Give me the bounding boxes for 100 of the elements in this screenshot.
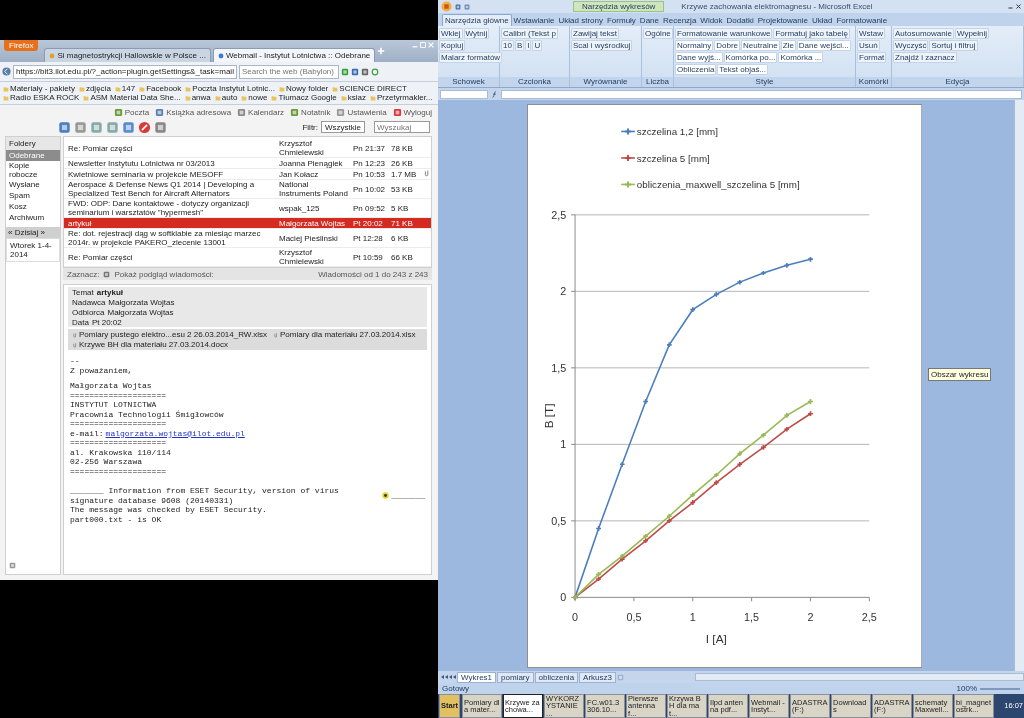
bookmark-link[interactable]: zdjęcia bbox=[85, 84, 111, 93]
ribbon-tab[interactable]: Układ bbox=[809, 14, 835, 26]
ribbon-button[interactable]: Sortuj i filtruj bbox=[929, 40, 978, 51]
ribbon-button[interactable]: Kopiuj bbox=[439, 40, 466, 51]
name-box[interactable] bbox=[440, 89, 488, 99]
close-icon[interactable] bbox=[1016, 4, 1021, 9]
message-row[interactable]: Re: dot. rejestracji dąg w softklabie za miesiąc marzec 2014r. w projekcie PAKERO_zlecenie 13001 Maciej Pieślinski Pt 12:28 6 KB bbox=[64, 229, 431, 248]
ribbon-button[interactable]: Normalny bbox=[675, 40, 714, 51]
ribbon-button[interactable]: Wklej bbox=[439, 28, 463, 39]
ribbon-button[interactable]: Złe bbox=[780, 40, 796, 51]
scrollbar[interactable] bbox=[1014, 100, 1024, 671]
bookmark-link[interactable]: Materiały - pakiety bbox=[10, 84, 75, 93]
ribbon-button[interactable]: Obliczenia bbox=[675, 64, 717, 75]
ribbon-button[interactable]: Usuń bbox=[857, 40, 880, 51]
formula-field[interactable] bbox=[501, 89, 1022, 99]
sheet-tab[interactable]: pomiary bbox=[497, 671, 534, 683]
ribbon-button[interactable]: Calibri (Tekst p bbox=[501, 28, 558, 39]
folder-item[interactable]: Wysłane bbox=[6, 179, 60, 190]
ribbon-tab[interactable]: Formatowanie bbox=[834, 14, 890, 26]
filter-dropdown[interactable]: Wszystkie bbox=[321, 121, 365, 133]
nav-link[interactable]: Wyloguj bbox=[403, 108, 432, 117]
bookmark-link[interactable]: 147 bbox=[121, 84, 136, 93]
ribbon-button[interactable]: Znajdź i zaznacz bbox=[893, 52, 957, 63]
ribbon-tab[interactable]: Recenzja bbox=[661, 14, 699, 26]
ribbon-button[interactable]: U bbox=[532, 40, 543, 51]
sheet-nav-icon[interactable] bbox=[440, 674, 456, 680]
ribbon-button[interactable]: Zawijaj tekst bbox=[571, 28, 619, 39]
attachment-link[interactable]: Krzywe BH dla materiału 27.03.2014.docx bbox=[79, 340, 228, 349]
message-row[interactable]: Newsletter Instytutu Lotnictwa nr 03/2013 Joanna Pienągiek Pn 12:23 26 KB bbox=[64, 158, 431, 169]
bookmark-link[interactable]: Tłumacz Google bbox=[278, 93, 337, 102]
office-button-icon[interactable] bbox=[441, 1, 452, 12]
delete-icon[interactable] bbox=[138, 120, 151, 134]
function-icon[interactable] bbox=[491, 90, 498, 98]
folder-item[interactable]: Archiwum bbox=[6, 212, 60, 223]
ribbon-button[interactable]: Neutralne bbox=[741, 40, 780, 51]
ribbon-tab[interactable]: Widok bbox=[698, 14, 725, 26]
ribbon-button[interactable]: Tekst objaś... bbox=[717, 64, 769, 75]
nav-link[interactable]: Poczta bbox=[124, 108, 150, 117]
ribbon-tab[interactable]: Wstawianie bbox=[511, 14, 557, 26]
message-row[interactable]: artykuł Małgorzata Wojtas Pt 20:02 71 KB bbox=[64, 218, 431, 229]
email-link[interactable]: malgorzata.wojtas@ilot.edu.pl bbox=[105, 428, 245, 438]
bookmark-link[interactable]: ksiaz bbox=[347, 93, 366, 102]
ribbon-tab[interactable]: Dodatki bbox=[724, 14, 756, 26]
bookmark-link[interactable]: Przetyrmakler... bbox=[376, 93, 433, 102]
browser-tab[interactable]: Si magnetostrykcji Hallowskie w Polsce ... bbox=[44, 48, 211, 62]
bookmark-link[interactable]: anwa bbox=[191, 93, 211, 102]
ribbon-button[interactable]: Wyczyść bbox=[893, 40, 929, 51]
nav-link[interactable]: Kalendarz bbox=[248, 108, 285, 117]
bookmark-link[interactable]: ASM Material Data She... bbox=[90, 93, 181, 102]
ribbon-button[interactable]: Format bbox=[857, 52, 887, 63]
ribbon-button[interactable]: Wypełnij bbox=[954, 28, 990, 39]
bookmark-link[interactable]: Facebook bbox=[146, 84, 182, 93]
folder-item[interactable]: Kopie robocze bbox=[6, 161, 60, 179]
folder-item[interactable]: Kosz bbox=[6, 201, 60, 212]
ribbon-tab[interactable]: Układ strony bbox=[556, 14, 605, 26]
ribbon-button[interactable]: Formatuj jako tabelę bbox=[773, 28, 850, 39]
ribbon-button[interactable]: Komórka ... bbox=[778, 52, 824, 63]
sheet-tab[interactable]: obliczenia bbox=[534, 671, 579, 683]
message-row[interactable]: Re: Pomiar części Krzysztof Chmielewski Pt 10:59 66 KB bbox=[64, 248, 431, 267]
ribbon-button[interactable]: Scal i wyśrodkuj bbox=[571, 40, 633, 51]
ribbon-button[interactable]: I bbox=[525, 40, 532, 51]
ribbon-button[interactable]: B bbox=[514, 40, 525, 51]
ribbon-button[interactable]: Malarz formatów bbox=[439, 52, 503, 63]
ribbon-button[interactable]: Wstaw bbox=[857, 28, 885, 39]
ribbon-button[interactable]: Dane wyjś... bbox=[675, 52, 723, 63]
mail-search-field[interactable]: Wyszukaj bbox=[374, 121, 430, 133]
ribbon-button[interactable]: Dobre bbox=[714, 40, 741, 51]
browser-tab[interactable]: Webmail - Instytut Lotnictwa :: Odebrane bbox=[212, 48, 376, 62]
back-icon[interactable] bbox=[2, 67, 11, 76]
ribbon-button[interactable]: Dane wejści... bbox=[796, 40, 851, 51]
sheet-tab[interactable]: Arkusz3 bbox=[579, 671, 616, 683]
ribbon-button[interactable]: Wytnij bbox=[463, 28, 490, 39]
folder-item[interactable]: Spam bbox=[6, 190, 60, 201]
ribbon-button[interactable]: 10 bbox=[501, 40, 514, 51]
attachment-link[interactable]: Pomiary dla materiału 27.03.2014.xlsx bbox=[279, 330, 416, 339]
ribbon-tab[interactable]: Projektowanie bbox=[755, 14, 810, 26]
ribbon-tab[interactable]: Dane bbox=[637, 14, 661, 26]
ribbon-button[interactable]: Formatowanie warunkowe bbox=[675, 28, 773, 39]
bookmark-link[interactable]: Poczta Instytut Lotnic... bbox=[192, 84, 276, 93]
ribbon-button[interactable]: Ogólne bbox=[643, 28, 673, 39]
bookmark-link[interactable]: auto bbox=[221, 93, 238, 102]
minimize-icon[interactable] bbox=[1008, 4, 1013, 9]
ribbon-tab[interactable]: Narzędzia główne bbox=[442, 14, 512, 26]
ribbon-tab[interactable]: Formuły bbox=[604, 14, 638, 26]
search-field[interactable]: Search the web (Babylon) bbox=[238, 64, 339, 79]
ribbon-button[interactable]: Komórka po... bbox=[723, 52, 778, 63]
bookmark-link[interactable]: SCIENCE DIRECT bbox=[339, 84, 407, 93]
maximize-icon[interactable] bbox=[420, 42, 426, 48]
scrollbar[interactable] bbox=[695, 673, 1024, 681]
calendar-header[interactable]: « Dzisiaj » bbox=[6, 227, 60, 238]
ribbon-button[interactable]: Autosumowanie bbox=[893, 28, 954, 39]
new-tab-icon[interactable] bbox=[377, 47, 386, 55]
nav-link[interactable]: Ustawienia bbox=[347, 108, 387, 117]
message-row[interactable]: Kwietniowe seminaria w projekcie MESOFF Jan Kołacz Pn 10:53 1.7 MB bbox=[64, 169, 431, 180]
nav-link[interactable]: Notatnik bbox=[301, 108, 331, 117]
bookmark-link[interactable]: Radio ESKA ROCK bbox=[10, 93, 80, 102]
attachment-link[interactable]: Pomiary pustego elektro...esu 2 26.03.2014_RW.xlsx bbox=[79, 330, 267, 339]
bookmark-link[interactable]: nowe bbox=[248, 93, 268, 102]
url-field[interactable]: https://bit3.ilot.edu.pl/?_action=plugin.getSettings&_task=mail bbox=[13, 64, 237, 79]
message-row[interactable]: Re: Pomiar części Krzysztof Chmielewski Pn 21:37 78 KB bbox=[64, 139, 431, 158]
